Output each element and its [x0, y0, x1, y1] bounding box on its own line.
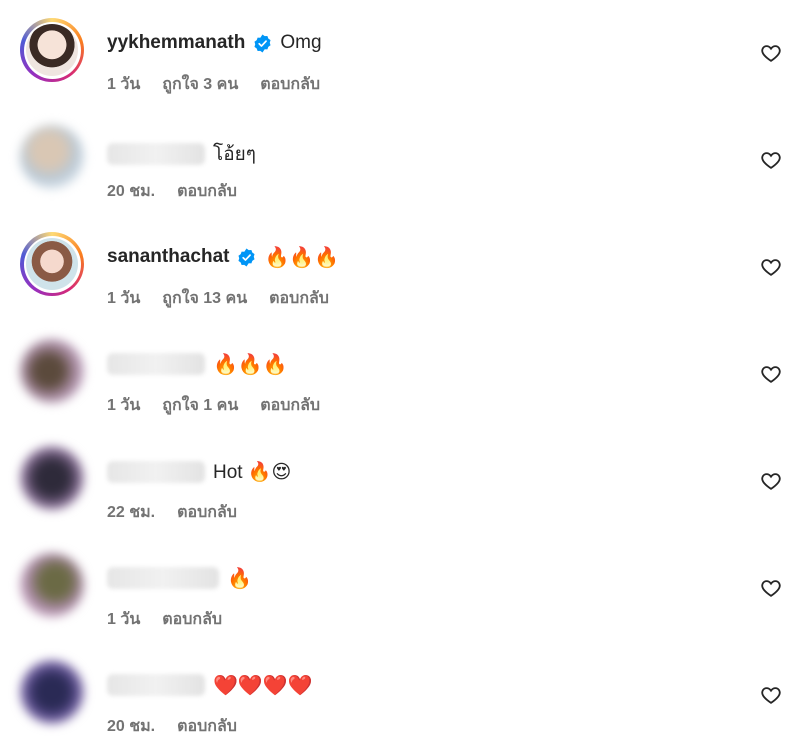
- comment-item: sananthachat 🔥🔥🔥 1 วัน ถูกใจ 13 คน ตอบกล…: [0, 214, 800, 321]
- username-link[interactable]: sananthachat: [107, 246, 229, 268]
- avatar[interactable]: [20, 553, 84, 617]
- heart-outline-icon[interactable]: [760, 149, 782, 171]
- avatar-photo-blurred: [20, 339, 84, 403]
- reply-button[interactable]: ตอบกลับ: [260, 72, 320, 97]
- comment-time: 22 ชม.: [107, 504, 156, 521]
- username-blurred[interactable]: [107, 674, 205, 696]
- comment-meta: 1 วัน ถูกใจ 1 คน ตอบกลับ: [107, 393, 320, 418]
- likes-count-link[interactable]: ถูกใจ 13 คน: [162, 286, 247, 311]
- comment-line: ❤️❤️❤️❤️: [107, 674, 313, 696]
- avatar[interactable]: [20, 339, 84, 403]
- comment-line: 🔥: [107, 567, 252, 589]
- comment-line: 🔥🔥🔥: [107, 353, 288, 375]
- comment-item: Hot 🔥😍 22 ชม. ตอบกลับ: [0, 428, 800, 535]
- avatar[interactable]: [20, 232, 84, 296]
- reply-button[interactable]: ตอบกลับ: [260, 393, 320, 418]
- reply-button[interactable]: ตอบกลับ: [177, 500, 237, 525]
- comment-item: 🔥 1 วัน ตอบกลับ: [0, 535, 800, 642]
- comment-text: ❤️❤️❤️❤️: [213, 673, 313, 697]
- comment-time: 1 วัน: [107, 76, 141, 93]
- comment-text: โอ้ยๆ: [213, 144, 256, 165]
- reply-button[interactable]: ตอบกลับ: [269, 286, 329, 311]
- comment-item: โอ้ยๆ 20 ชม. ตอบกลับ: [0, 107, 800, 214]
- avatar[interactable]: [20, 446, 84, 510]
- avatar[interactable]: [20, 18, 84, 82]
- comment-meta: 20 ชม. ตอบกลับ: [107, 179, 237, 204]
- verified-badge-icon: [254, 33, 271, 53]
- reply-button[interactable]: ตอบกลับ: [162, 607, 222, 632]
- comment-text: 🔥: [227, 566, 252, 590]
- likes-count-link[interactable]: ถูกใจ 1 คน: [162, 393, 238, 418]
- avatar-photo: [26, 238, 78, 290]
- comment-text: Hot 🔥😍: [213, 462, 292, 483]
- story-ring: [20, 232, 84, 296]
- reply-button[interactable]: ตอบกลับ: [177, 714, 237, 739]
- likes-count-link[interactable]: ถูกใจ 3 คน: [162, 72, 238, 97]
- story-ring: [20, 18, 84, 82]
- username-blurred[interactable]: [107, 567, 219, 589]
- username-blurred[interactable]: [107, 353, 205, 375]
- username-blurred[interactable]: [107, 461, 205, 483]
- comment-time: 20 ชม.: [107, 718, 156, 735]
- verified-badge-icon: [238, 247, 256, 267]
- comment-item: 🔥🔥🔥 1 วัน ถูกใจ 1 คน ตอบกลับ: [0, 321, 800, 428]
- username-blurred[interactable]: [107, 143, 205, 165]
- avatar-photo-blurred: [20, 553, 84, 617]
- comment-time: 1 วัน: [107, 611, 141, 628]
- comment-time: 1 วัน: [107, 397, 141, 414]
- comment-line: sananthachat 🔥🔥🔥: [107, 246, 339, 268]
- heart-outline-icon[interactable]: [760, 363, 782, 385]
- avatar-photo-blurred: [20, 125, 84, 189]
- avatar-photo: [26, 24, 78, 76]
- avatar-photo-blurred: [20, 446, 84, 510]
- comment-item: yykhemmanath Omg 1 วัน ถูกใจ 3 คน ตอบกลั…: [0, 0, 800, 107]
- comment-time: 20 ชม.: [107, 183, 156, 200]
- comment-item: ❤️❤️❤️❤️ 20 ชม. ตอบกลับ: [0, 642, 800, 749]
- comment-meta: 1 วัน ตอบกลับ: [107, 607, 222, 632]
- comment-line: โอ้ยๆ: [107, 139, 256, 169]
- comment-text: 🔥🔥🔥: [264, 245, 340, 269]
- heart-outline-icon[interactable]: [760, 684, 782, 706]
- comment-line: Hot 🔥😍: [107, 460, 291, 484]
- username-link[interactable]: yykhemmanath: [107, 32, 245, 54]
- comment-text: Omg: [280, 32, 322, 53]
- reply-button[interactable]: ตอบกลับ: [177, 179, 237, 204]
- heart-outline-icon[interactable]: [760, 577, 782, 599]
- comment-time: 1 วัน: [107, 290, 141, 307]
- avatar[interactable]: [20, 660, 84, 724]
- comment-meta: 1 วัน ถูกใจ 3 คน ตอบกลับ: [107, 72, 320, 97]
- heart-outline-icon[interactable]: [760, 470, 782, 492]
- avatar-photo-blurred: [20, 660, 84, 724]
- heart-outline-icon[interactable]: [760, 256, 782, 278]
- comment-line: yykhemmanath Omg: [107, 32, 322, 54]
- comment-meta: 1 วัน ถูกใจ 13 คน ตอบกลับ: [107, 286, 329, 311]
- comment-meta: 20 ชม. ตอบกลับ: [107, 714, 237, 739]
- comment-meta: 22 ชม. ตอบกลับ: [107, 500, 237, 525]
- avatar[interactable]: [20, 125, 84, 189]
- heart-outline-icon[interactable]: [760, 42, 782, 64]
- comment-text: 🔥🔥🔥: [213, 352, 288, 376]
